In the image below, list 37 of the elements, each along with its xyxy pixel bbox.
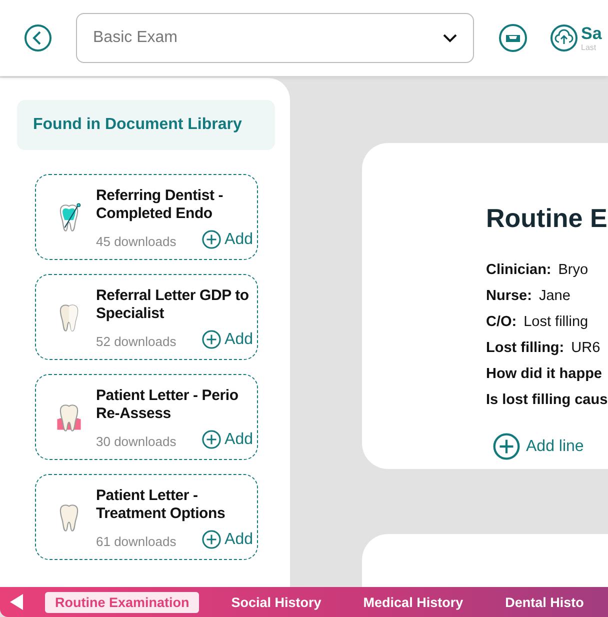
section-tab[interactable]: Social History xyxy=(221,592,332,612)
document-title: Patient Letter - Treatment Options xyxy=(96,487,226,523)
section-tab[interactable]: Dental Histo xyxy=(495,592,594,612)
download-count: 52 downloads xyxy=(96,334,176,349)
save-button[interactable]: Sa Last xyxy=(550,24,602,52)
exam-field: C/O: Lost filling xyxy=(486,309,608,335)
template-dropdown[interactable]: Basic Exam xyxy=(76,13,474,63)
back-button[interactable] xyxy=(10,594,23,610)
download-count: 30 downloads xyxy=(96,434,176,449)
document-title: Referring Dentist - Completed Endo xyxy=(96,187,224,223)
exam-title: Routine E xyxy=(486,202,608,234)
plus-circle-icon xyxy=(202,430,221,449)
exam-field: Nurse: Jane xyxy=(486,283,608,309)
chevron-down-icon xyxy=(443,34,457,42)
add-button[interactable]: Add xyxy=(202,330,253,349)
section-tab[interactable]: Medical History xyxy=(353,592,474,612)
add-button[interactable]: Add xyxy=(202,430,253,449)
exam-field: How did it happe xyxy=(486,361,608,387)
plus-circle-icon xyxy=(202,230,221,249)
exam-field: Clinician: Bryo xyxy=(486,257,608,283)
exam-field: Lost filling: UR6 xyxy=(486,335,608,361)
back-button[interactable] xyxy=(24,24,52,52)
download-count: 45 downloads xyxy=(96,234,176,249)
exam-field: Is lost filling caus xyxy=(486,387,608,413)
section-tab[interactable]: Routine Examination xyxy=(45,592,200,612)
plus-circle-icon xyxy=(493,433,520,460)
add-button[interactable]: Add xyxy=(202,530,253,549)
download-count: 61 downloads xyxy=(96,534,176,549)
plus-circle-icon xyxy=(202,330,221,349)
inbox-button[interactable] xyxy=(498,23,528,53)
document-title: Referral Letter GDP to Specialist xyxy=(96,287,250,323)
add-button[interactable]: Add xyxy=(202,230,253,249)
panel-heading: Found in Document Library xyxy=(17,100,275,150)
document-title: Patient Letter - Perio Re-Assess xyxy=(96,387,240,423)
plus-circle-icon xyxy=(202,530,221,549)
cloud-upload-icon xyxy=(550,24,578,52)
add-line-button[interactable]: Add line xyxy=(486,433,584,460)
